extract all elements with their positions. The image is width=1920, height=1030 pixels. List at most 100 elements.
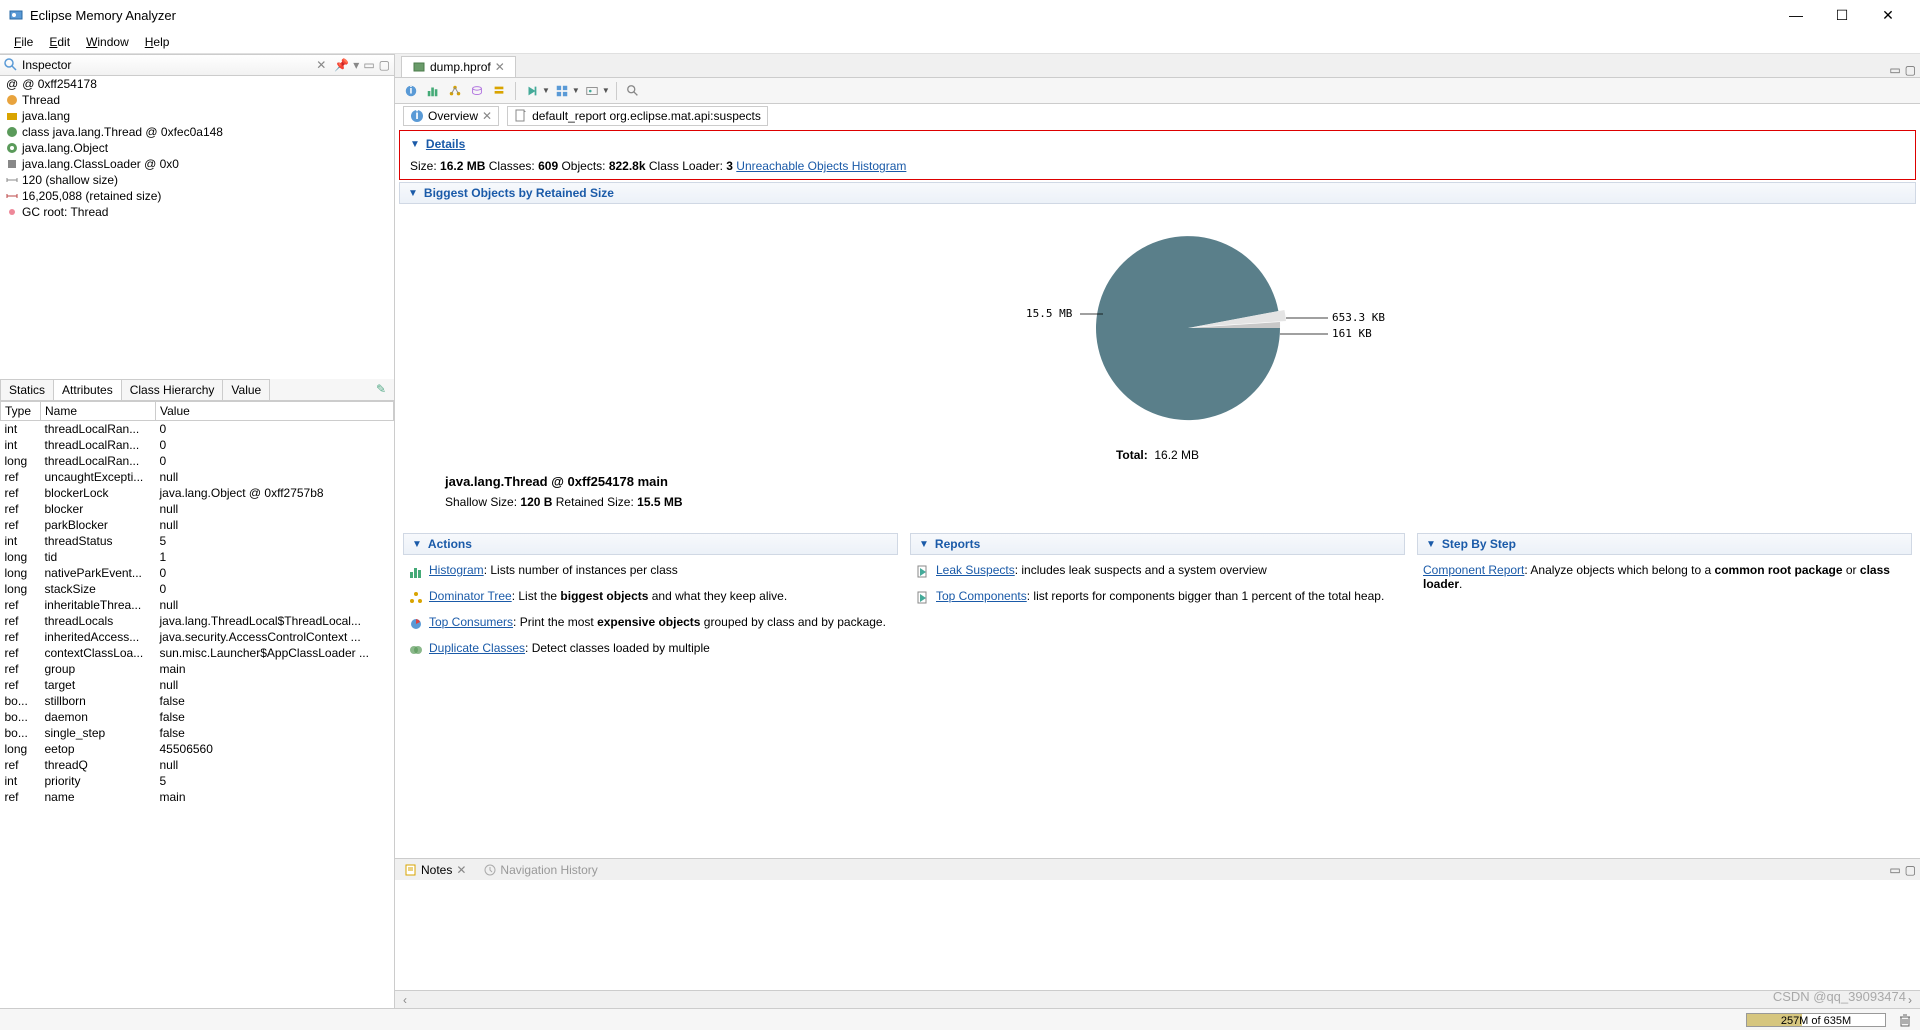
menu-file[interactable]: File	[6, 33, 41, 51]
overview-content: ▼ Details Size: 16.2 MB Classes: 609 Obj…	[395, 128, 1920, 858]
gc-button[interactable]	[1898, 1013, 1912, 1027]
nav-history-tab[interactable]: Navigation History	[478, 861, 603, 879]
inspector-close-x[interactable]: ✕	[316, 58, 326, 72]
menu-help[interactable]: Help	[137, 33, 178, 51]
tab-class-hierarchy[interactable]: Class Hierarchy	[121, 379, 224, 400]
table-row[interactable]: refnamemain	[1, 789, 394, 805]
table-row[interactable]: longtid1	[1, 549, 394, 565]
table-row[interactable]: refinheritableThrea...null	[1, 597, 394, 613]
histogram-button[interactable]	[423, 81, 443, 101]
menu-bar: File Edit Window Help	[0, 30, 1920, 54]
pin-icon[interactable]: 📌	[334, 58, 349, 72]
leak-icon	[916, 565, 930, 579]
compreport-link[interactable]: Component Report	[1423, 563, 1524, 577]
table-row[interactable]: bo...single_stepfalse	[1, 725, 394, 741]
topcomp-link[interactable]: Top Components	[936, 589, 1027, 603]
tab-statics[interactable]: Statics	[0, 379, 54, 400]
table-row[interactable]: reftargetnull	[1, 677, 394, 693]
heap-status[interactable]: 257M of 635M	[1746, 1013, 1886, 1027]
details-header: Details	[426, 137, 465, 151]
col-value[interactable]: Value	[156, 402, 394, 421]
table-row[interactable]: longstackSize0	[1, 581, 394, 597]
table-row[interactable]: refblockerLockjava.lang.Object @ 0xff275…	[1, 485, 394, 501]
table-row[interactable]: refgroupmain	[1, 661, 394, 677]
oql-button[interactable]	[467, 81, 487, 101]
close-button[interactable]: ✕	[1874, 5, 1902, 25]
editor-minimize-icon[interactable]: ▭	[1889, 63, 1900, 77]
table-row[interactable]: refcontextClassLoa...sun.misc.Launcher$A…	[1, 645, 394, 661]
tab-attributes[interactable]: Attributes	[53, 379, 122, 400]
edit-icon[interactable]: ✎	[368, 379, 394, 400]
table-row[interactable]: refthreadLocalsjava.lang.ThreadLocal$Thr…	[1, 613, 394, 629]
tab-close-x[interactable]: ✕	[495, 60, 505, 74]
maximize-button[interactable]: ☐	[1828, 5, 1856, 25]
collapse-arrow-icon[interactable]: ▼	[1426, 539, 1436, 550]
watermark: CSDN @qq_39093474	[1773, 989, 1906, 1004]
collapse-arrow-icon[interactable]: ▼	[410, 139, 420, 150]
tab-value[interactable]: Value	[222, 379, 270, 400]
view-menu-icon[interactable]: ▾	[353, 58, 359, 72]
dropdown-icon[interactable]: ▼	[572, 86, 580, 95]
subtab-report[interactable]: default_report org.eclipse.mat.api:suspe…	[507, 106, 768, 126]
table-row[interactable]: refparkBlockernull	[1, 517, 394, 533]
minimize-button[interactable]: —	[1782, 5, 1810, 25]
table-row[interactable]: longeetop45506560	[1, 741, 394, 757]
maximize-icon[interactable]: ▢	[379, 58, 390, 72]
subtab-close[interactable]: ✕	[482, 109, 492, 123]
notes-maximize-icon[interactable]: ▢	[1905, 863, 1916, 877]
unreachable-link[interactable]: Unreachable Objects Histogram	[736, 159, 906, 173]
notes-tab[interactable]: Notes ✕	[399, 861, 472, 879]
collapse-arrow-icon[interactable]: ▼	[412, 539, 422, 550]
stepbystep-section: ▼Step By Step Component Report: Analyze …	[1413, 531, 1916, 673]
collapse-arrow-icon[interactable]: ▼	[919, 539, 929, 550]
table-row[interactable]: refuncaughtExcepti...null	[1, 469, 394, 485]
col-name[interactable]: Name	[41, 402, 156, 421]
table-row[interactable]: refinheritedAccess...java.security.Acces…	[1, 629, 394, 645]
editor-maximize-icon[interactable]: ▢	[1905, 63, 1916, 77]
table-row[interactable]: longnativeParkEvent...0	[1, 565, 394, 581]
table-row[interactable]: intthreadLocalRan...0	[1, 437, 394, 453]
run-report-button[interactable]	[522, 81, 542, 101]
table-row[interactable]: bo...daemonfalse	[1, 709, 394, 725]
dominator-button[interactable]	[445, 81, 465, 101]
dropdown-icon[interactable]: ▼	[542, 86, 550, 95]
threads-button[interactable]	[489, 81, 509, 101]
duplicates-link[interactable]: Duplicate Classes	[429, 641, 525, 655]
col-type[interactable]: Type	[1, 402, 41, 421]
consumers-link[interactable]: Top Consumers	[429, 615, 513, 629]
table-row[interactable]: intthreadStatus5	[1, 533, 394, 549]
table-row[interactable]: bo...stillbornfalse	[1, 693, 394, 709]
slice-label-1: 15.5 MB	[1026, 307, 1073, 320]
collapse-arrow-icon[interactable]: ▼	[408, 188, 418, 199]
notes-minimize-icon[interactable]: ▭	[1889, 863, 1900, 877]
leak-link[interactable]: Leak Suspects	[936, 563, 1015, 577]
table-row[interactable]: intpriority5	[1, 773, 394, 789]
subtab-overview[interactable]: i Overview ✕	[403, 106, 499, 126]
editor-tabs: dump.hprof ✕ ▭ ▢	[395, 54, 1920, 78]
notes-body[interactable]	[395, 880, 1920, 990]
editor-tab-dump[interactable]: dump.hprof ✕	[401, 56, 516, 77]
dominator-link[interactable]: Dominator Tree	[429, 589, 512, 603]
address-button[interactable]	[582, 81, 602, 101]
notes-close[interactable]: ✕	[456, 863, 466, 877]
inspector-header: Inspector ✕ 📌 ▾ ▭ ▢	[0, 54, 394, 76]
overview-button[interactable]: i	[401, 81, 421, 101]
scroll-bar[interactable]: ‹ ›	[395, 990, 1920, 1008]
menu-window[interactable]: Window	[78, 33, 137, 51]
dropdown-icon[interactable]: ▼	[602, 86, 610, 95]
scroll-left-icon[interactable]: ‹	[403, 993, 407, 1007]
minimize-icon[interactable]: ▭	[363, 58, 374, 72]
search-button[interactable]	[623, 81, 643, 101]
table-row[interactable]: longthreadLocalRan...0	[1, 453, 394, 469]
menu-edit[interactable]: Edit	[41, 33, 78, 51]
histogram-link[interactable]: Histogram	[429, 563, 484, 577]
scroll-right-icon[interactable]: ›	[1908, 993, 1912, 1007]
query-browser-button[interactable]	[552, 81, 572, 101]
table-row[interactable]: refthreadQnull	[1, 757, 394, 773]
table-row[interactable]: refblockernull	[1, 501, 394, 517]
attributes-table: Type Name Value intthreadLocalRan...0int…	[0, 401, 394, 805]
main-area: Inspector ✕ 📌 ▾ ▭ ▢ @@ 0xff254178 Thread…	[0, 54, 1920, 1008]
table-row[interactable]: intthreadLocalRan...0	[1, 421, 394, 438]
history-icon	[484, 864, 496, 876]
pie-chart-area: 15.5 MB 653.3 KB 161 KB Total: 16.2 MB j…	[395, 206, 1920, 529]
